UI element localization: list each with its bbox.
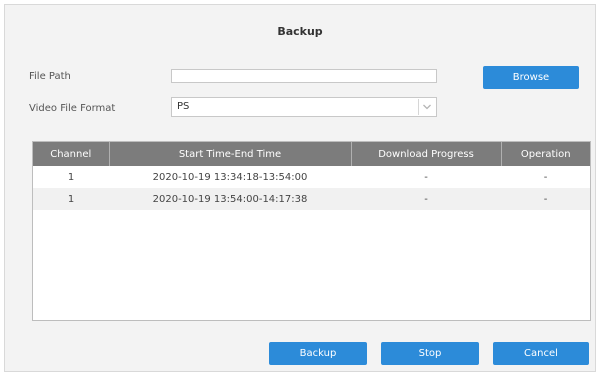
stop-button[interactable]: Stop (381, 342, 479, 365)
video-file-format-select[interactable]: PS (171, 97, 437, 117)
video-file-format-value: PS (177, 101, 190, 112)
cell-channel: 1 (33, 166, 109, 188)
cell-channel: 1 (33, 188, 109, 210)
file-path-label: File Path (29, 71, 71, 82)
video-file-format-label: Video File Format (29, 103, 116, 114)
backup-dialog: Backup File Path Browse Video File Forma… (4, 4, 596, 372)
cell-progress: - (351, 166, 501, 188)
cell-time: 2020-10-19 13:34:18-13:54:00 (109, 166, 351, 188)
cell-operation: - (501, 188, 590, 210)
backup-table: Channel Start Time-End Time Download Pro… (32, 141, 591, 321)
file-path-input[interactable] (171, 69, 437, 83)
backup-button[interactable]: Backup (269, 342, 367, 365)
column-header-time: Start Time-End Time (109, 142, 352, 166)
cancel-button[interactable]: Cancel (493, 342, 589, 365)
dialog-title: Backup (277, 25, 323, 38)
table-row[interactable]: 1 2020-10-19 13:54:00-14:17:38 - - (33, 188, 590, 210)
table-header-row: Channel Start Time-End Time Download Pro… (33, 142, 590, 166)
cell-time: 2020-10-19 13:54:00-14:17:38 (109, 188, 351, 210)
browse-button[interactable]: Browse (483, 66, 579, 89)
chevron-down-icon[interactable] (418, 99, 434, 115)
column-header-progress: Download Progress (351, 142, 502, 166)
cell-operation: - (501, 166, 590, 188)
column-header-channel: Channel (33, 142, 110, 166)
column-header-operation: Operation (501, 142, 590, 166)
table-row[interactable]: 1 2020-10-19 13:34:18-13:54:00 - - (33, 166, 590, 188)
cell-progress: - (351, 188, 501, 210)
